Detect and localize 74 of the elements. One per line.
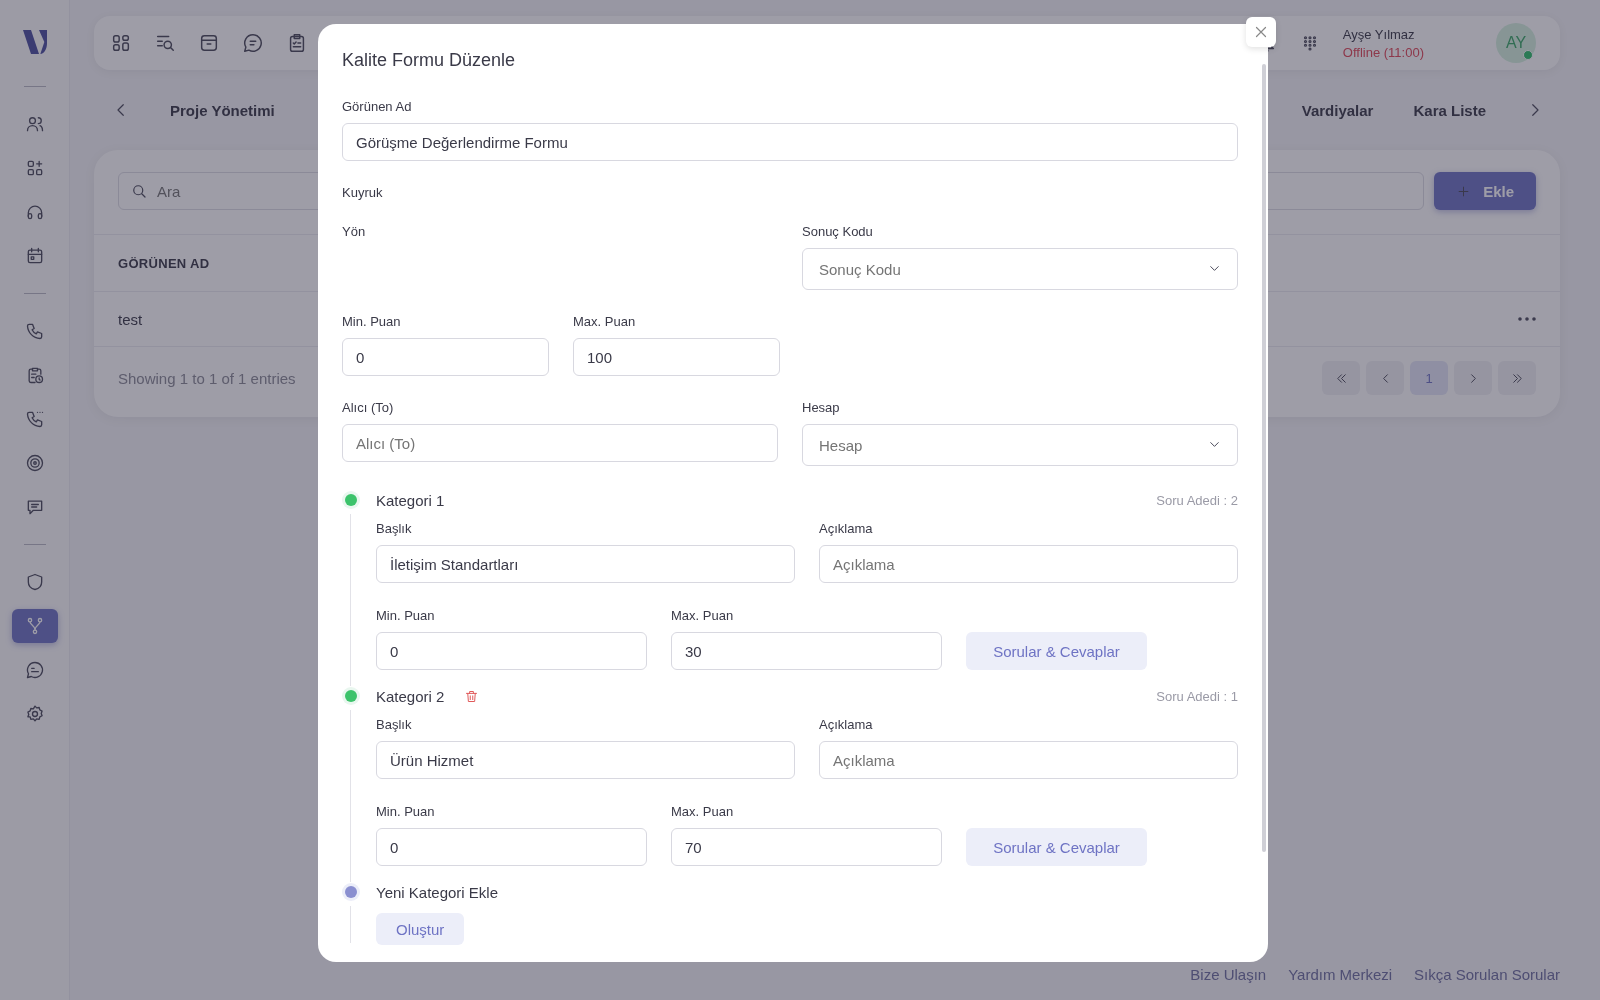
column-header: GÖRÜNEN AD bbox=[118, 255, 210, 271]
field-label: Min. Puan bbox=[376, 608, 436, 623]
tab[interactable]: Kara Liste bbox=[1413, 101, 1486, 119]
step-dot bbox=[345, 886, 357, 898]
field-label: Başlık bbox=[376, 521, 413, 536]
footer-link[interactable]: Yardım Merkezi bbox=[1288, 966, 1393, 983]
scrollbar[interactable] bbox=[1262, 64, 1266, 852]
archive-icon bbox=[198, 32, 220, 54]
delete-button[interactable] bbox=[464, 688, 480, 704]
tab[interactable]: Vardiyalar bbox=[1301, 101, 1374, 119]
field-label: Sonuç Kodu bbox=[802, 224, 874, 239]
text-field[interactable]: Görüşme Değerlendirme Formu bbox=[342, 123, 1238, 161]
phone-dots-icon bbox=[24, 409, 45, 429]
footer-link[interactable]: Sıkça Sorulan Sorular bbox=[1414, 966, 1560, 983]
create-button[interactable]: Oluştur bbox=[376, 913, 465, 945]
user-status: Offline (11:00) bbox=[1342, 44, 1424, 60]
chat-icon bbox=[242, 32, 264, 54]
questions-answers-button[interactable]: Sorular & Cevaplar bbox=[966, 828, 1147, 866]
dropdown[interactable]: Sonuç Kodu bbox=[802, 248, 1238, 290]
chat-toolbar-button[interactable] bbox=[242, 32, 264, 54]
more-icon bbox=[1518, 317, 1536, 321]
category-title: Kategori 2 bbox=[376, 687, 445, 705]
text-field[interactable]: İletişim Standartları bbox=[376, 545, 795, 583]
archive-toolbar-button[interactable] bbox=[198, 32, 220, 54]
table-cell: test bbox=[118, 310, 143, 328]
field-label: Görünen Ad bbox=[342, 99, 413, 114]
question-count: Soru Adedi : 2 bbox=[1156, 492, 1238, 508]
modal-title: Kalite Formu Düzenle bbox=[342, 50, 517, 71]
field-label: Max. Puan bbox=[671, 804, 735, 819]
dropdown[interactable]: Hesap bbox=[802, 424, 1238, 466]
field-label: Min. Puan bbox=[342, 314, 402, 329]
text-field[interactable]: 0 bbox=[376, 632, 647, 670]
field-label: Açıklama bbox=[819, 717, 874, 732]
text-field[interactable]: Açıklama bbox=[819, 545, 1238, 583]
text-field[interactable]: 100 bbox=[573, 338, 780, 376]
close-button[interactable] bbox=[1246, 17, 1276, 47]
questions-answers-button[interactable]: Sorular & Cevaplar bbox=[966, 632, 1147, 670]
category-title: Kategori 1 bbox=[376, 491, 445, 509]
add-button[interactable]: Ekle bbox=[1434, 172, 1536, 210]
field-label: Max. Puan bbox=[573, 314, 637, 329]
field-label: Yön bbox=[342, 224, 367, 239]
text-field[interactable]: Açıklama bbox=[819, 741, 1238, 779]
tab[interactable]: Proje Yönetimi bbox=[170, 101, 275, 119]
category-title: Yeni Kategori Ekle bbox=[376, 883, 499, 901]
field-label: Max. Puan bbox=[671, 608, 735, 623]
dashboard-toolbar-button[interactable] bbox=[110, 32, 132, 54]
phone-icon bbox=[24, 321, 45, 341]
users-icon bbox=[24, 114, 45, 134]
page-button[interactable]: 1 bbox=[1410, 361, 1448, 395]
field-label: Başlık bbox=[376, 717, 413, 732]
field-label: Min. Puan bbox=[376, 804, 436, 819]
settings-icon bbox=[24, 704, 45, 724]
field-label: Açıklama bbox=[819, 521, 874, 536]
text-field[interactable]: 0 bbox=[376, 828, 647, 866]
target-icon bbox=[24, 453, 45, 473]
dashboard-icon bbox=[110, 32, 132, 54]
user-name: Ayşe Yılmaz bbox=[1342, 26, 1416, 42]
text-field[interactable]: Alıcı (To) bbox=[342, 424, 778, 462]
row-actions-button[interactable] bbox=[1518, 317, 1536, 321]
plus-icon bbox=[1456, 183, 1472, 199]
text-field[interactable]: 0 bbox=[342, 338, 549, 376]
question-count: Soru Adedi : 1 bbox=[1156, 688, 1238, 704]
field-label: Hesap bbox=[802, 400, 841, 415]
field-label: Kuyruk bbox=[342, 185, 384, 200]
field-label: Alıcı (To) bbox=[342, 400, 395, 415]
search-icon bbox=[130, 182, 148, 200]
text-field[interactable]: 70 bbox=[671, 828, 942, 866]
text-field[interactable]: 30 bbox=[671, 632, 942, 670]
chat-icon bbox=[24, 660, 45, 680]
footer-link[interactable]: Bize Ulaşın bbox=[1190, 966, 1267, 983]
trash-icon bbox=[464, 688, 480, 704]
entries-info: Showing 1 to 1 of 1 entries bbox=[118, 369, 296, 387]
text-field[interactable]: Ürün Hizmet bbox=[376, 741, 795, 779]
git-fork-nav-button[interactable] bbox=[11, 609, 58, 643]
